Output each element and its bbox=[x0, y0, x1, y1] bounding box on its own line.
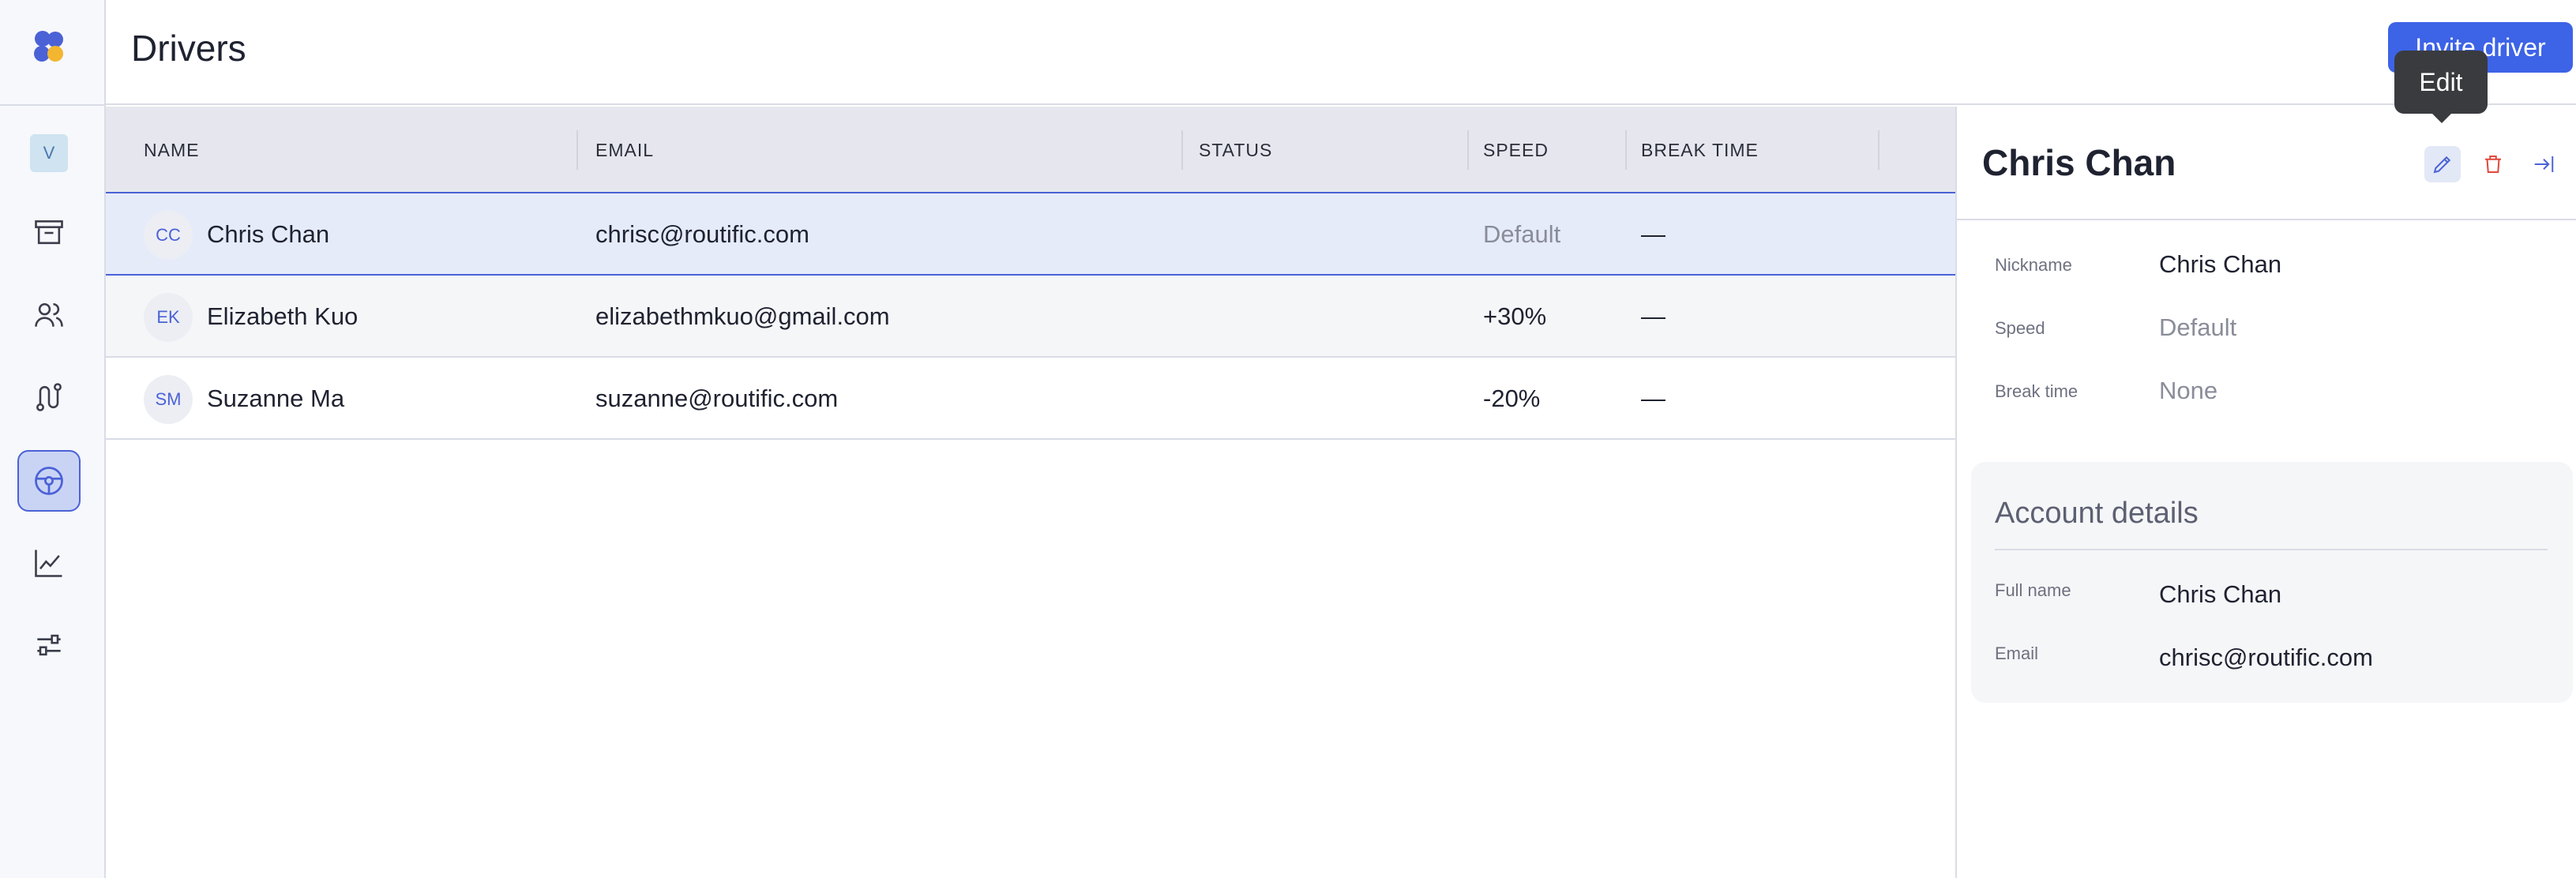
driver-speed: +30% bbox=[1483, 302, 1547, 330]
table-row[interactable]: SM Suzanne Ma suzanne@routific.com -20% … bbox=[106, 358, 1955, 440]
account-details-title: Account details bbox=[1995, 497, 2199, 530]
driver-name: Elizabeth Kuo bbox=[207, 302, 359, 330]
email-label: Email bbox=[1995, 643, 2039, 663]
driver-initials-avatar: SM bbox=[144, 375, 193, 424]
nav-drivers[interactable] bbox=[17, 450, 81, 512]
collapse-panel-button[interactable] bbox=[2525, 146, 2562, 182]
app-root: V Drivers Invite driver NAME EMAIL STATU… bbox=[0, 0, 2576, 878]
page-header: Drivers Invite driver bbox=[106, 0, 2576, 105]
break-time-value: None bbox=[2159, 377, 2218, 404]
table-header: NAME EMAIL STATUS SPEED BREAK TIME bbox=[106, 107, 1955, 193]
collapse-right-icon bbox=[2534, 156, 2554, 172]
driver-speed: -20% bbox=[1483, 385, 1541, 412]
driver-email: chrisc@routific.com bbox=[595, 220, 809, 248]
route-icon bbox=[36, 383, 62, 411]
table-row[interactable]: CC Chris Chan chrisc@routific.com Defaul… bbox=[106, 193, 1955, 276]
account-details-card: Account details Full name Chris Chan Ema… bbox=[1971, 462, 2573, 703]
column-divider[interactable] bbox=[1181, 130, 1183, 170]
nav-settings[interactable] bbox=[17, 614, 81, 676]
full-name-label: Full name bbox=[1995, 580, 2071, 600]
column-divider[interactable] bbox=[1878, 130, 1879, 170]
driver-email: elizabethmkuo@gmail.com bbox=[595, 302, 890, 330]
driver-email: suzanne@routific.com bbox=[595, 385, 839, 412]
column-header-break-time[interactable]: BREAK TIME bbox=[1641, 140, 1759, 161]
driver-name: Suzanne Ma bbox=[207, 385, 345, 412]
driver-initials-avatar: CC bbox=[144, 211, 193, 260]
trash-icon bbox=[2485, 156, 2501, 173]
chart-line-icon bbox=[35, 550, 62, 577]
column-header-email[interactable]: EMAIL bbox=[595, 140, 654, 161]
left-nav-rail: V bbox=[0, 0, 106, 878]
nav-analytics[interactable] bbox=[17, 532, 81, 594]
driver-break-time: — bbox=[1641, 302, 1665, 330]
archive-icon bbox=[35, 220, 63, 245]
column-header-speed[interactable]: SPEED bbox=[1483, 140, 1549, 161]
pencil-icon bbox=[2433, 156, 2451, 174]
edit-tooltip: Edit bbox=[2394, 51, 2488, 114]
email-value: chrisc@routific.com bbox=[2159, 643, 2373, 671]
delete-button[interactable] bbox=[2475, 146, 2511, 182]
break-time-label: Break time bbox=[1995, 381, 2078, 401]
page-title: Drivers bbox=[131, 28, 246, 69]
nav-customers[interactable] bbox=[17, 284, 81, 346]
edit-button[interactable] bbox=[2424, 146, 2461, 182]
driver-break-time: — bbox=[1641, 385, 1665, 412]
column-divider[interactable] bbox=[576, 130, 578, 170]
nav-routes[interactable] bbox=[17, 366, 81, 428]
column-header-name[interactable]: NAME bbox=[144, 140, 199, 161]
nickname-label: Nickname bbox=[1995, 255, 2072, 275]
nickname-value: Chris Chan bbox=[2159, 250, 2282, 278]
drivers-table: NAME EMAIL STATUS SPEED BREAK TIME CC Ch… bbox=[106, 107, 1955, 440]
driver-name: Chris Chan bbox=[207, 220, 330, 248]
table-row[interactable]: EK Elizabeth Kuo elizabethmkuo@gmail.com… bbox=[106, 276, 1955, 358]
panel-divider bbox=[1957, 219, 2576, 220]
nav-orders[interactable] bbox=[17, 202, 81, 264]
full-name-value: Chris Chan bbox=[2159, 580, 2282, 608]
driver-detail-panel: Chris Chan Nickname Chris Chan Speed Def… bbox=[1955, 107, 2576, 878]
workspace-avatar[interactable]: V bbox=[30, 134, 68, 172]
routific-logo-icon[interactable] bbox=[30, 28, 68, 66]
users-icon bbox=[35, 302, 63, 327]
sliders-icon bbox=[37, 634, 61, 656]
driver-speed: Default bbox=[1483, 220, 1561, 248]
column-divider[interactable] bbox=[1467, 130, 1469, 170]
rail-divider bbox=[0, 104, 104, 106]
steering-wheel-icon bbox=[35, 467, 63, 495]
driver-break-time: — bbox=[1641, 220, 1665, 248]
card-divider bbox=[1995, 549, 2548, 550]
column-header-status[interactable]: STATUS bbox=[1199, 140, 1272, 161]
speed-label: Speed bbox=[1995, 318, 2045, 338]
column-divider[interactable] bbox=[1625, 130, 1627, 170]
driver-initials-avatar: EK bbox=[144, 293, 193, 342]
tooltip-arrow bbox=[2432, 114, 2451, 123]
speed-value: Default bbox=[2159, 313, 2237, 341]
panel-title: Chris Chan bbox=[1982, 142, 2176, 183]
